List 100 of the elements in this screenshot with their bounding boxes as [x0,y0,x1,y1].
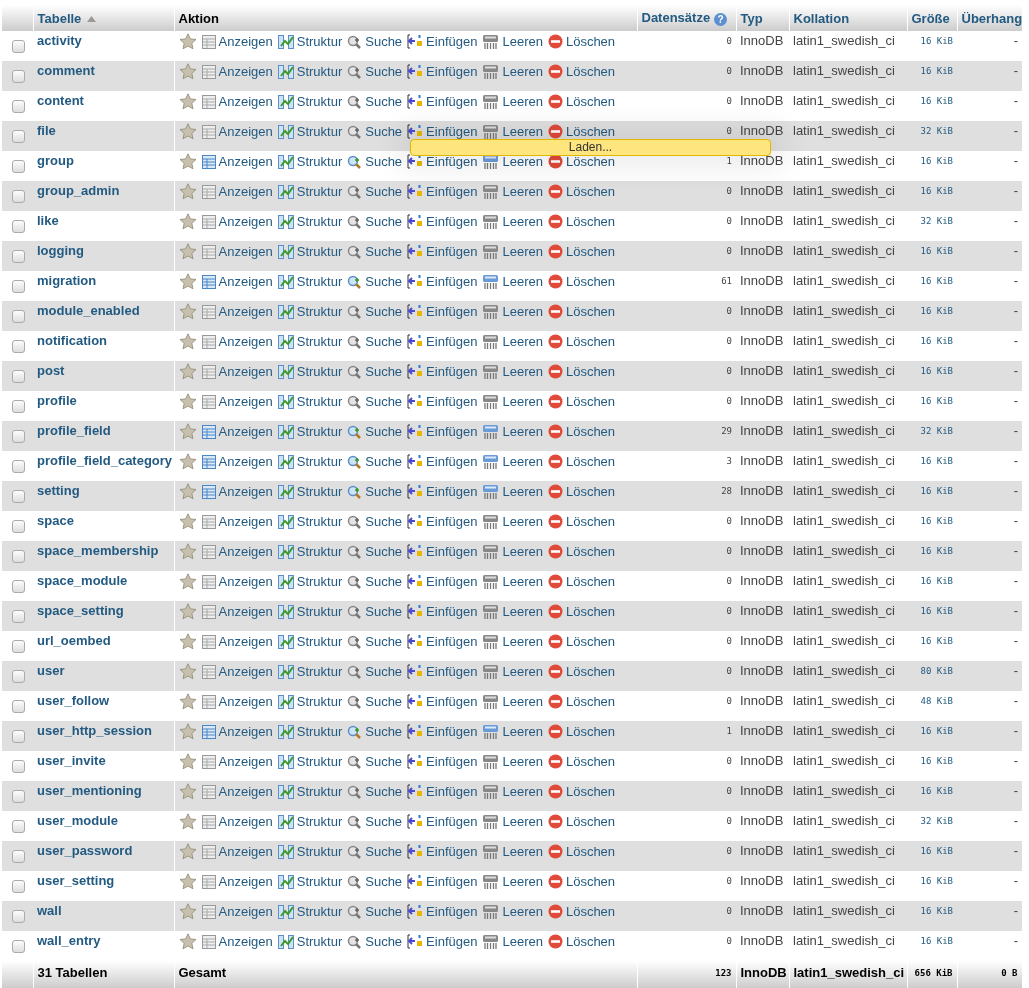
action-link[interactable]: Struktur [277,304,343,319]
row-checkbox[interactable] [12,880,25,893]
action-link[interactable]: Leeren [482,363,543,380]
action-link[interactable]: Anzeigen [201,904,273,919]
action-link[interactable]: Suche [347,544,403,559]
action-link[interactable]: Löschen [547,394,616,409]
action-link[interactable]: Suche [347,904,403,919]
action-link[interactable]: Leeren [482,573,543,590]
table-name-link[interactable]: user_password [37,843,133,858]
action-link[interactable]: Struktur [277,694,343,709]
star-icon[interactable] [178,333,197,350]
star-icon[interactable] [178,33,197,50]
action-link[interactable]: Einfügen [407,934,478,949]
action-link[interactable]: Struktur [277,544,343,559]
star-icon[interactable] [178,273,197,290]
action-link[interactable]: Leeren [482,513,543,530]
row-checkbox[interactable] [12,400,25,413]
star-icon[interactable] [178,93,197,110]
action-link[interactable]: Einfügen [407,364,478,379]
action-link[interactable]: Suche [347,94,403,109]
action-link[interactable]: Anzeigen [201,34,273,49]
column-header[interactable]: Datensätze [641,10,711,25]
action-link[interactable]: Suche [347,34,403,49]
row-checkbox[interactable] [12,220,25,233]
action-link[interactable]: Löschen [547,94,616,109]
action-link[interactable]: Löschen [547,754,616,769]
star-icon[interactable] [178,543,197,560]
action-link[interactable]: Struktur [277,874,343,889]
action-link[interactable]: Einfügen [407,34,478,49]
action-link[interactable]: Einfügen [407,784,478,799]
action-link[interactable]: Einfügen [407,424,478,439]
action-link[interactable]: Struktur [277,214,343,229]
table-name-link[interactable]: space_setting [37,603,124,618]
table-name-link[interactable]: space [37,513,74,528]
row-checkbox[interactable] [12,910,25,923]
action-link[interactable]: Einfügen [407,634,478,649]
action-link[interactable]: Leeren [482,933,543,950]
star-icon[interactable] [178,153,197,170]
action-link[interactable]: Suche [347,814,403,829]
table-name-link[interactable]: user [37,663,65,678]
table-name-link[interactable]: space_module [37,573,128,588]
star-icon[interactable] [178,693,197,710]
action-link[interactable]: Einfügen [407,94,478,109]
action-link[interactable]: Leeren [482,543,543,560]
action-link[interactable]: Suche [347,754,403,769]
table-name-link[interactable]: user_follow [37,693,110,708]
action-link[interactable]: Einfügen [407,904,478,919]
action-link[interactable]: Struktur [277,394,343,409]
table-name-link[interactable]: module_enabled [37,303,140,318]
action-link[interactable]: Suche [347,694,403,709]
action-link[interactable]: Struktur [277,64,343,79]
table-name-link[interactable]: file [37,123,56,138]
action-link[interactable]: Löschen [547,454,616,469]
action-link[interactable]: Anzeigen [201,724,273,739]
action-link[interactable]: Suche [347,424,403,439]
action-link[interactable]: Leeren [482,243,543,260]
action-link[interactable]: Leeren [482,693,543,710]
action-link[interactable]: Struktur [277,124,343,139]
action-link[interactable]: Struktur [277,484,343,499]
star-icon[interactable] [178,723,197,740]
action-link[interactable]: Suche [347,124,403,139]
action-link[interactable]: Löschen [547,214,616,229]
star-icon[interactable] [178,903,197,920]
row-checkbox[interactable] [12,430,25,443]
action-link[interactable]: Struktur [277,154,343,169]
action-link[interactable]: Suche [347,634,403,649]
action-link[interactable]: Einfügen [407,124,478,139]
star-icon[interactable] [178,393,197,410]
action-link[interactable]: Einfügen [407,304,478,319]
action-link[interactable]: Leeren [482,753,543,770]
row-checkbox[interactable] [12,310,25,323]
row-checkbox[interactable] [12,130,25,143]
action-link[interactable]: Leeren [482,123,543,140]
action-link[interactable]: Löschen [547,544,616,559]
action-link[interactable]: Löschen [547,274,616,289]
action-link[interactable]: Löschen [547,814,616,829]
action-link[interactable]: Suche [347,304,403,319]
action-link[interactable]: Anzeigen [201,874,273,889]
table-name-link[interactable]: profile_field_category [37,453,173,468]
action-link[interactable]: Struktur [277,274,343,289]
table-name-link[interactable]: like [37,213,59,228]
action-link[interactable]: Struktur [277,334,343,349]
action-link[interactable]: Einfügen [407,814,478,829]
row-checkbox[interactable] [12,520,25,533]
star-icon[interactable] [178,183,197,200]
row-checkbox[interactable] [12,580,25,593]
action-link[interactable]: Leeren [482,903,543,920]
action-link[interactable]: Einfügen [407,244,478,259]
table-name-link[interactable]: content [37,93,84,108]
star-icon[interactable] [178,423,197,440]
action-link[interactable]: Löschen [547,484,616,499]
row-checkbox[interactable] [12,40,25,53]
action-link[interactable]: Löschen [547,304,616,319]
action-link[interactable]: Leeren [482,273,543,290]
action-link[interactable]: Löschen [547,424,616,439]
action-link[interactable]: Einfügen [407,394,478,409]
row-checkbox[interactable] [12,190,25,203]
action-link[interactable]: Einfügen [407,274,478,289]
action-link[interactable]: Leeren [482,723,543,740]
action-link[interactable]: Einfügen [407,754,478,769]
